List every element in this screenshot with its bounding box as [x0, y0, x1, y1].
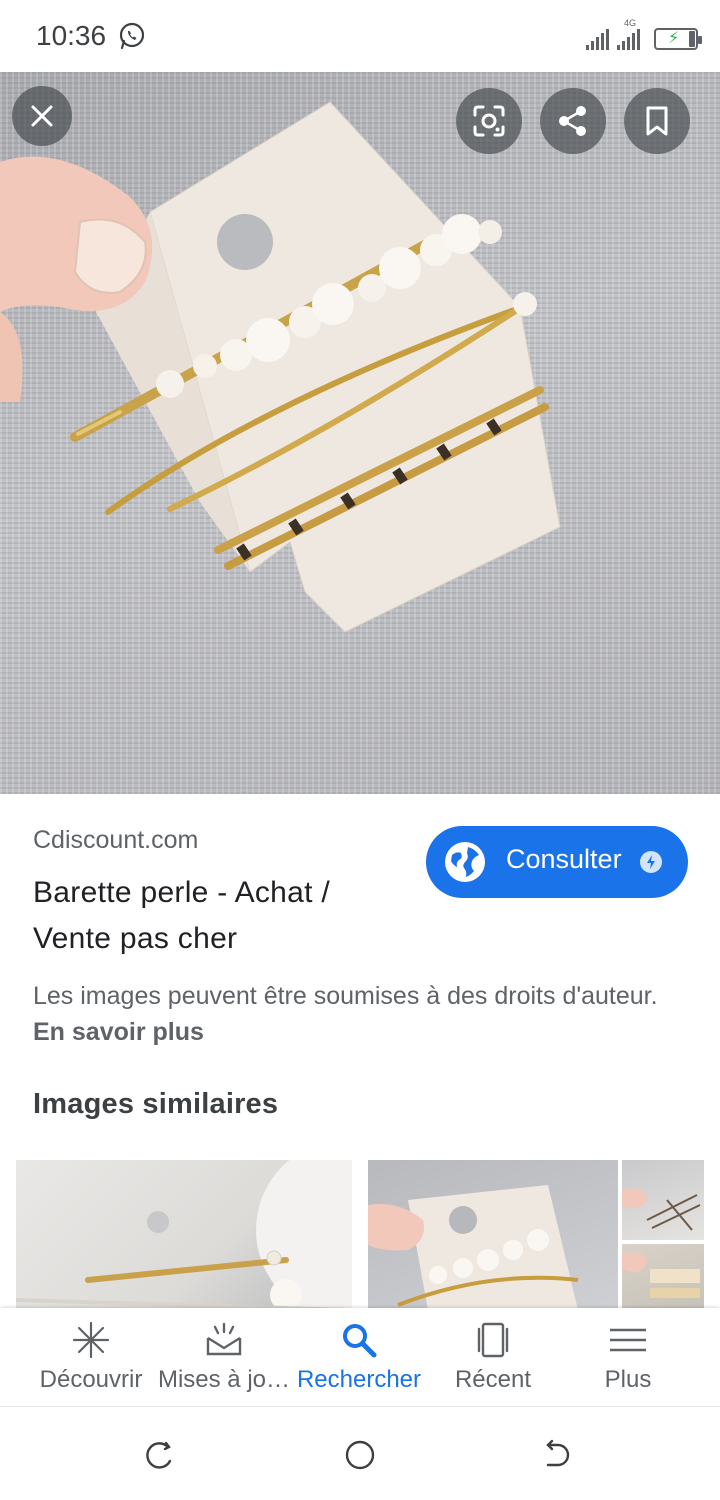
- nav-recent-label: Récent: [454, 1366, 532, 1393]
- similar-image-2[interactable]: [368, 1160, 618, 1310]
- network-label: 4G: [623, 18, 636, 28]
- similar-image-4-graphic: [622, 1252, 700, 1298]
- back-icon[interactable]: [540, 1437, 576, 1473]
- recent-apps-icon[interactable]: [142, 1437, 178, 1473]
- similar-image-1-graphic: [16, 1160, 352, 1310]
- menu-icon: [610, 1328, 646, 1352]
- nav-more-label: Plus: [604, 1366, 652, 1393]
- updates-tray-icon: [206, 1322, 242, 1356]
- close-button[interactable]: [12, 86, 72, 146]
- signal-icon-1: [586, 28, 609, 50]
- consult-button[interactable]: Consulter: [426, 826, 688, 898]
- home-icon[interactable]: [342, 1437, 378, 1473]
- nav-recent[interactable]: Récent: [436, 1308, 550, 1406]
- similar-image-2-graphic: [368, 1185, 579, 1310]
- nav-discover-label: Découvrir: [39, 1366, 143, 1393]
- similar-image-3[interactable]: [622, 1160, 704, 1240]
- similar-image-3-graphic: [622, 1188, 701, 1231]
- result-image[interactable]: [0, 72, 720, 794]
- copyright-notice: Les images peuvent être soumises à des d…: [33, 978, 683, 1050]
- recent-tabs-icon: [477, 1322, 509, 1358]
- hairpin-product-image: [0, 101, 561, 633]
- nav-updates[interactable]: Mises à jo…: [156, 1308, 292, 1406]
- close-icon: [31, 105, 53, 127]
- bookmark-icon: [646, 106, 668, 136]
- search-icon: [343, 1324, 377, 1358]
- system-navigation-bar: [0, 1406, 720, 1500]
- globe-icon: [445, 842, 485, 882]
- google-lens-icon: [473, 105, 505, 137]
- asterisk-icon: [72, 1321, 110, 1359]
- nav-search[interactable]: Rechercher: [292, 1308, 426, 1406]
- whatsapp-icon: [119, 22, 145, 50]
- amp-icon: [640, 851, 662, 873]
- nav-discover[interactable]: Découvrir: [30, 1308, 152, 1406]
- similar-image-4[interactable]: [622, 1244, 704, 1310]
- nav-search-label: Rechercher: [296, 1366, 422, 1393]
- nav-more[interactable]: Plus: [570, 1308, 686, 1406]
- learn-more-link[interactable]: En savoir plus: [33, 1018, 204, 1046]
- status-icons: 4G ⚡: [586, 18, 702, 50]
- battery-icon: ⚡: [654, 28, 702, 50]
- similar-image-1[interactable]: [16, 1160, 352, 1310]
- status-bar: 10:36 4G ⚡: [0, 0, 720, 72]
- copyright-text: Les images peuvent être soumises à des d…: [33, 982, 658, 1010]
- result-title[interactable]: Barette perle - Achat / Vente pas cher: [33, 870, 413, 962]
- share-button[interactable]: [540, 88, 606, 154]
- status-time: 10:36: [36, 20, 107, 51]
- nav-updates-label: Mises à jo…: [157, 1366, 291, 1393]
- bottom-navigation: Découvrir Mises à jo… Rechercher Récent …: [0, 1308, 720, 1406]
- share-icon: [559, 106, 586, 136]
- consult-label: Consulter: [506, 844, 622, 874]
- google-lens-button[interactable]: [456, 88, 522, 154]
- save-button[interactable]: [624, 88, 690, 154]
- signal-icon-2: 4G: [617, 18, 640, 50]
- source-domain[interactable]: Cdiscount.com: [33, 826, 198, 855]
- similar-images-heading: Images similaires: [33, 1088, 279, 1120]
